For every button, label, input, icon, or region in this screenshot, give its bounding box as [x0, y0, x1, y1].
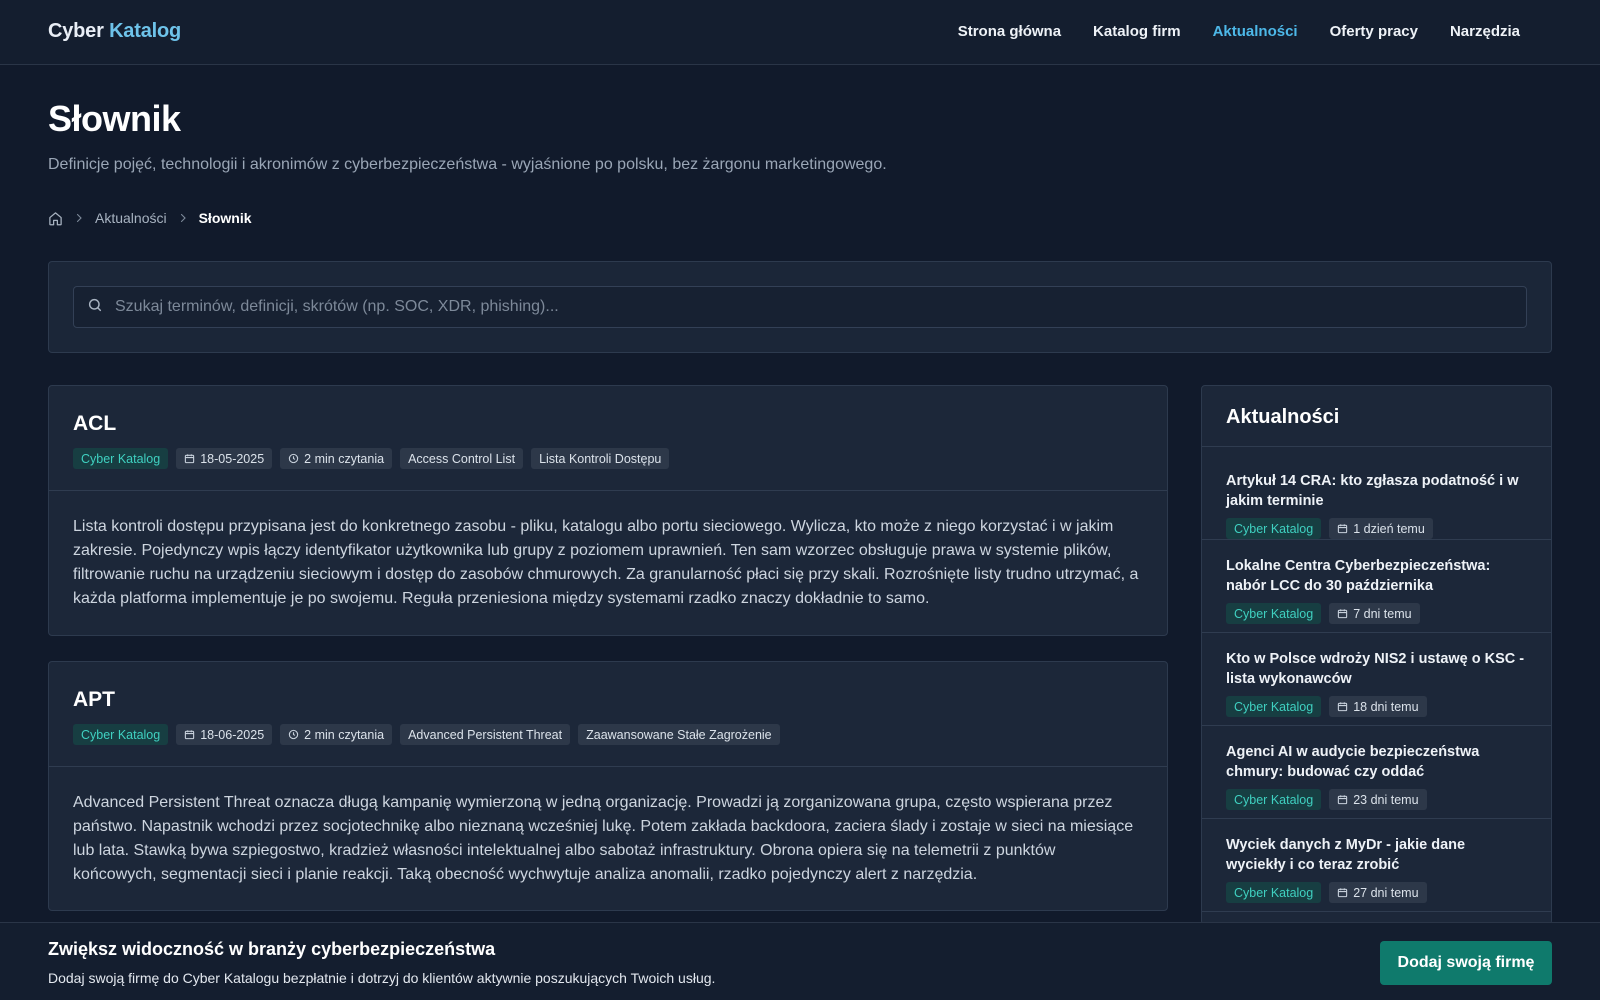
clock-icon	[288, 729, 299, 740]
clock-icon	[288, 453, 299, 464]
news-item[interactable]: Lokalne Centra Cyberbezpieczeństwa: nabó…	[1202, 540, 1551, 633]
search-panel	[48, 261, 1552, 353]
site-logo[interactable]: Cyber Katalog	[48, 20, 181, 43]
calendar-icon	[1338, 609, 1348, 619]
read-time-text: 2 min czytania	[304, 451, 385, 466]
news-sidebar: Aktualności Artykuł 14 CRA: kto zgłasza …	[1201, 385, 1552, 925]
calendar-icon	[1338, 888, 1348, 898]
news-title[interactable]: Artykuł 14 CRA: kto zgłasza podatność i …	[1226, 471, 1527, 511]
calendar-icon	[185, 730, 195, 740]
news-ago: 23 dni temu	[1353, 792, 1419, 807]
search-box[interactable]	[73, 286, 1527, 328]
term-tag[interactable]: Lista Kontroli Dostępu	[531, 448, 670, 469]
calendar-icon	[185, 454, 195, 464]
logo-text-cyber: Cyber	[48, 20, 104, 42]
news-item[interactable]: Artykuł 14 CRA: kto zgłasza podatność i …	[1202, 447, 1551, 540]
news-title[interactable]: Kto w Polsce wdroży NIS2 i ustawę o KSC …	[1226, 649, 1527, 689]
breadcrumb-news[interactable]: Aktualności	[95, 210, 167, 226]
term-meta: Cyber Katalog 18-05-2025 2 min czytania …	[73, 448, 1143, 469]
source-badge: Cyber Katalog	[1226, 882, 1322, 903]
search-icon	[87, 297, 103, 318]
news-meta: Cyber Katalog 1 dzień temu	[1226, 518, 1527, 539]
nav-tools[interactable]: Narzędzia	[1450, 23, 1520, 40]
card-header: ACL Cyber Katalog 18-05-2025 2 min czyta…	[49, 386, 1167, 491]
main-nav: Strona główna Katalog firm Aktualności O…	[958, 23, 1520, 40]
read-time-badge: 2 min czytania	[280, 724, 393, 745]
news-title[interactable]: Agenci AI w audycie bezpieczeństwa chmur…	[1226, 742, 1527, 782]
date-text: 18-05-2025	[200, 451, 265, 466]
news-ago: 18 dni temu	[1353, 699, 1419, 714]
news-title[interactable]: Wyciek danych z MyDr - jakie dane wyciek…	[1226, 835, 1527, 875]
source-badge: Cyber Katalog	[73, 448, 169, 469]
nav-news[interactable]: Aktualności	[1213, 23, 1298, 40]
date-badge: 27 dni temu	[1329, 882, 1427, 903]
source-badge: Cyber Katalog	[1226, 789, 1322, 810]
news-meta: Cyber Katalog 23 dni temu	[1226, 789, 1527, 810]
term-tag[interactable]: Zaawansowane Stałe Zagrożenie	[578, 724, 780, 745]
term-tag[interactable]: Advanced Persistent Threat	[400, 724, 571, 745]
logo-text-katalog: Katalog	[109, 20, 182, 42]
date-badge: 7 dni temu	[1329, 603, 1420, 624]
news-ago: 1 dzień temu	[1353, 521, 1425, 536]
banner-text: Dodaj swoją firmę do Cyber Katalogu bezp…	[48, 970, 716, 986]
search-input[interactable]	[115, 298, 1526, 316]
chevron-right-icon	[177, 212, 189, 224]
source-badge: Cyber Katalog	[1226, 518, 1322, 539]
news-item[interactable]: Kto w Polsce wdroży NIS2 i ustawę o KSC …	[1202, 633, 1551, 726]
calendar-icon	[1338, 702, 1348, 712]
card-header: APT Cyber Katalog 18-06-2025 2 min czyta…	[49, 662, 1167, 767]
term-tag[interactable]: Access Control List	[400, 448, 524, 469]
sidebar-title: Aktualności	[1202, 386, 1551, 447]
term-meta: Cyber Katalog 18-06-2025 2 min czytania …	[73, 724, 1143, 745]
page-subtitle: Definicje pojęć, technologii i akronimów…	[48, 156, 887, 173]
breadcrumb-current: Słownik	[198, 210, 252, 226]
source-badge: Cyber Katalog	[1226, 696, 1322, 717]
nav-home[interactable]: Strona główna	[958, 23, 1061, 40]
term-definition: Advanced Persistent Threat oznacza długą…	[73, 794, 1134, 883]
term-title[interactable]: ACL	[73, 412, 1143, 436]
date-badge: 18-06-2025	[176, 724, 273, 745]
term-definition: Lista kontroli dostępu przypisana jest d…	[73, 518, 1139, 607]
add-company-button[interactable]: Dodaj swoją firmę	[1380, 941, 1552, 985]
top-navbar: Cyber Katalog Strona główna Katalog firm…	[0, 0, 1600, 65]
date-badge: 23 dni temu	[1329, 789, 1427, 810]
glossary-card-acl[interactable]: ACL Cyber Katalog 18-05-2025 2 min czyta…	[48, 385, 1168, 636]
date-badge: 18-05-2025	[176, 448, 273, 469]
banner-title: Zwiększ widoczność w branży cyberbezpiec…	[48, 939, 496, 959]
calendar-icon	[1338, 524, 1348, 534]
read-time-text: 2 min czytania	[304, 727, 385, 742]
breadcrumb: Aktualności Słownik	[48, 210, 252, 226]
source-badge: Cyber Katalog	[73, 724, 169, 745]
nav-jobs[interactable]: Oferty pracy	[1330, 23, 1418, 40]
news-ago: 7 dni temu	[1353, 606, 1412, 621]
news-ago: 27 dni temu	[1353, 885, 1419, 900]
source-badge: Cyber Katalog	[1226, 603, 1322, 624]
news-title[interactable]: Lokalne Centra Cyberbezpieczeństwa: nabó…	[1226, 556, 1527, 596]
chevron-right-icon	[73, 212, 85, 224]
news-meta: Cyber Katalog 7 dni temu	[1226, 603, 1527, 624]
date-badge: 18 dni temu	[1329, 696, 1427, 717]
date-badge: 1 dzień temu	[1329, 518, 1433, 539]
glossary-card-apt[interactable]: APT Cyber Katalog 18-06-2025 2 min czyta…	[48, 661, 1168, 911]
calendar-icon	[1338, 795, 1348, 805]
news-meta: Cyber Katalog 27 dni temu	[1226, 882, 1527, 903]
date-text: 18-06-2025	[200, 727, 265, 742]
news-item[interactable]: Agenci AI w audycie bezpieczeństwa chmur…	[1202, 726, 1551, 819]
news-meta: Cyber Katalog 18 dni temu	[1226, 696, 1527, 717]
nav-company-catalog[interactable]: Katalog firm	[1093, 23, 1181, 40]
promo-banner: Zwiększ widoczność w branży cyberbezpiec…	[0, 922, 1600, 1000]
page-title: Słownik	[48, 98, 181, 139]
home-icon[interactable]	[48, 211, 63, 226]
term-title[interactable]: APT	[73, 688, 1143, 712]
read-time-badge: 2 min czytania	[280, 448, 393, 469]
news-item[interactable]: Wyciek danych z MyDr - jakie dane wyciek…	[1202, 819, 1551, 912]
